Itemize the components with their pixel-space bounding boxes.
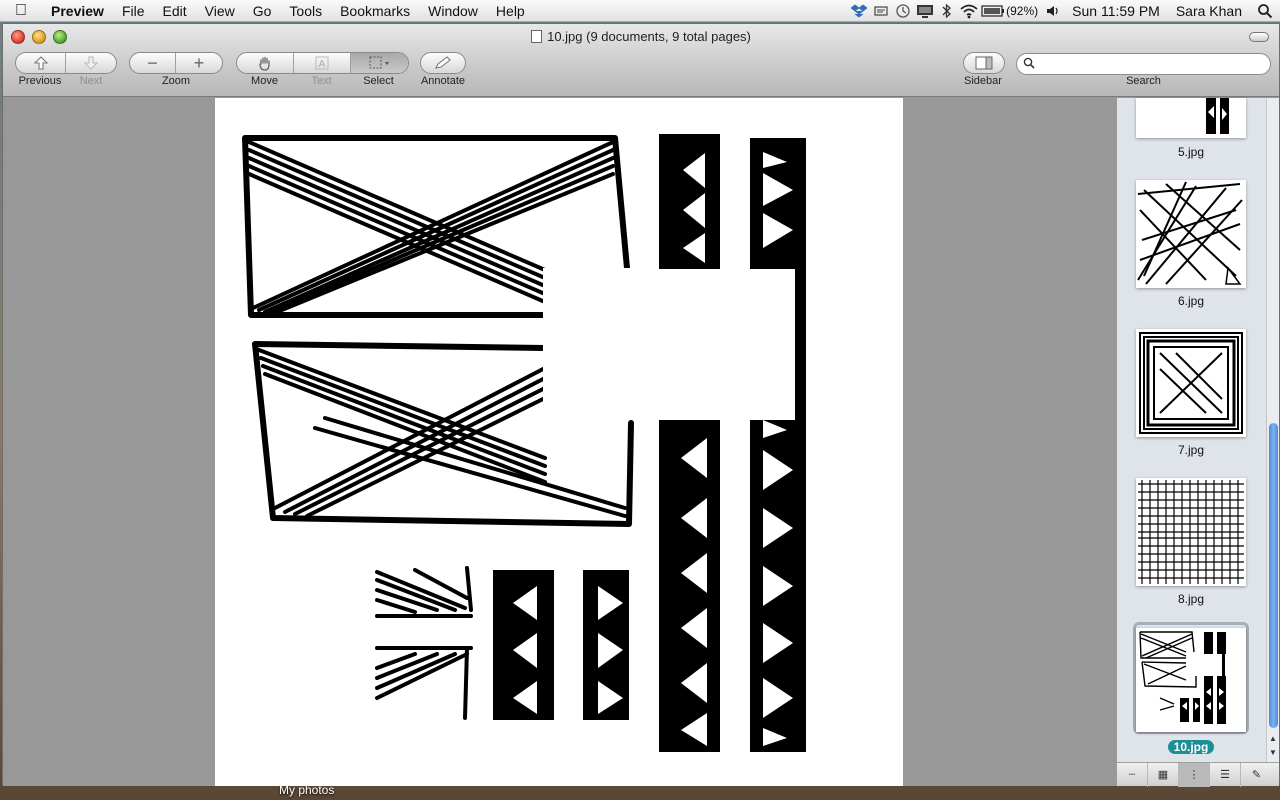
menu-go[interactable]: Go xyxy=(244,0,281,22)
tool-mode-group: A xyxy=(236,52,409,74)
thumbnail-5[interactable] xyxy=(1136,98,1246,138)
bluetooth-icon[interactable] xyxy=(936,0,958,22)
sidebar-label: Sidebar xyxy=(964,75,1002,87)
zoom-in-button[interactable]: + xyxy=(176,53,222,73)
thumbnail-label-10: 10.jpg xyxy=(1117,740,1265,754)
thumbnail-sidebar[interactable]: 5.jpg 6.jpg 7.jpg 8.jpg 10.jpg ▲ ▼ ┄ ▦ ⋮… xyxy=(1116,98,1279,787)
title-bar: 10.jpg (9 documents, 9 total pages) Prev… xyxy=(3,24,1279,97)
thumbnail-7[interactable] xyxy=(1136,329,1246,437)
document-view[interactable] xyxy=(3,98,1116,786)
thumbnail-icon: ⋮ xyxy=(1188,769,1200,781)
text-tool-button[interactable]: A xyxy=(294,53,351,73)
document-page xyxy=(215,98,903,786)
previous-next-group xyxy=(15,52,117,74)
plus-icon: + xyxy=(193,52,205,73)
spotlight-search-icon[interactable] xyxy=(1250,0,1280,22)
volume-icon[interactable] xyxy=(1042,0,1064,22)
minus-icon: − xyxy=(147,52,158,73)
next-label: Next xyxy=(79,75,103,87)
search-field[interactable] xyxy=(1016,53,1271,75)
scroll-up-arrow-icon[interactable]: ▲ xyxy=(1267,734,1279,743)
pattern-image xyxy=(242,134,806,752)
zoom-group: − + xyxy=(129,52,223,74)
select-label: Select xyxy=(363,75,394,87)
window-title-container: 10.jpg (9 documents, 9 total pages) xyxy=(3,29,1279,44)
pen-icon: ✎ xyxy=(1251,769,1262,781)
search-label: Search xyxy=(1126,75,1161,87)
zoom-out-button[interactable]: − xyxy=(130,53,176,73)
thumbnail-label-7: 7.jpg xyxy=(1177,443,1205,457)
thumbnail-6[interactable] xyxy=(1136,180,1246,288)
list-icon: ☰ xyxy=(1220,769,1230,781)
scrollbar-knob[interactable] xyxy=(1269,423,1278,728)
menu-file[interactable]: File xyxy=(113,0,154,22)
annotations-view-button[interactable]: ✎ xyxy=(1241,763,1272,787)
thumbnail-label-6: 6.jpg xyxy=(1177,294,1205,308)
wifi-icon[interactable] xyxy=(958,0,980,22)
search-icon xyxy=(1023,57,1035,69)
arrow-up-icon xyxy=(33,56,48,70)
sidebar-view-bar: ┄ ▦ ⋮ ☰ ✎ xyxy=(1117,762,1279,787)
hand-icon xyxy=(259,56,270,71)
columns-icon: ┄ xyxy=(1128,769,1136,781)
document-icon xyxy=(531,30,543,43)
thumbnail-label-5: 5.jpg xyxy=(1177,145,1205,159)
annotate-group xyxy=(420,52,466,74)
sidebar-toggle-button[interactable] xyxy=(964,53,1004,73)
sync-icon[interactable] xyxy=(870,0,892,22)
grid-view-button[interactable]: ▦ xyxy=(1148,762,1179,787)
battery-percent: (92%) xyxy=(1006,4,1039,18)
sidebar-icon xyxy=(975,56,993,70)
rectangle-select-icon xyxy=(369,56,389,69)
previous-button[interactable] xyxy=(16,53,66,73)
menu-bar:  Preview File Edit View Go Tools Bookma… xyxy=(0,0,1280,22)
thumbnail-label-8: 8.jpg xyxy=(1177,592,1205,606)
time-machine-icon[interactable] xyxy=(892,0,914,22)
user-menu[interactable]: Sara Khan xyxy=(1168,3,1250,19)
menu-help[interactable]: Help xyxy=(487,0,534,22)
next-button[interactable] xyxy=(66,53,116,73)
annotate-button[interactable] xyxy=(421,53,465,73)
desktop-folder-label[interactable]: My photos xyxy=(279,783,334,797)
search-input[interactable] xyxy=(1039,56,1264,72)
thumbnail-10[interactable] xyxy=(1136,628,1246,732)
previous-label: Previous xyxy=(18,75,62,87)
selected-thumbnail-badge: 10.jpg xyxy=(1167,740,1215,754)
arrow-down-icon xyxy=(83,56,99,70)
scroll-down-arrow-icon[interactable]: ▼ xyxy=(1267,748,1279,757)
pencil-icon xyxy=(435,56,451,69)
move-tool-button[interactable] xyxy=(237,53,294,73)
select-tool-button[interactable] xyxy=(351,53,408,73)
text-label: Text xyxy=(311,75,332,87)
display-icon[interactable] xyxy=(914,0,936,22)
thumbnail-8[interactable] xyxy=(1136,478,1246,586)
menu-clock[interactable]: Sun 11:59 PM xyxy=(1064,3,1168,19)
thumbnail-view-button[interactable]: ⋮ xyxy=(1179,762,1210,787)
sidebar-scrollbar[interactable]: ▲ ▼ xyxy=(1266,98,1279,762)
text-select-icon: A xyxy=(315,56,329,70)
annotate-label: Annotate xyxy=(420,75,466,87)
svg-text:A: A xyxy=(319,59,326,70)
move-label: Move xyxy=(251,75,278,87)
menu-view[interactable]: View xyxy=(196,0,244,22)
sidebar-toggle-group xyxy=(963,52,1005,74)
menu-app-name[interactable]: Preview xyxy=(42,0,113,22)
zoom-label: Zoom xyxy=(161,75,191,87)
battery-icon[interactable] xyxy=(980,0,1006,22)
contact-sheet-view-button[interactable]: ┄ xyxy=(1117,762,1148,787)
window-title: 10.jpg (9 documents, 9 total pages) xyxy=(547,29,751,44)
dropbox-icon[interactable] xyxy=(848,0,870,22)
grid-icon: ▦ xyxy=(1157,769,1169,781)
toolbar-toggle-button[interactable] xyxy=(1249,32,1269,42)
menu-window[interactable]: Window xyxy=(419,0,487,22)
list-view-button[interactable]: ☰ xyxy=(1210,762,1241,787)
apple-menu-icon[interactable]:  xyxy=(0,2,42,20)
menu-tools[interactable]: Tools xyxy=(280,0,331,22)
preview-window: 10.jpg (9 documents, 9 total pages) Prev… xyxy=(2,23,1280,787)
menu-edit[interactable]: Edit xyxy=(154,0,196,22)
menu-bookmarks[interactable]: Bookmarks xyxy=(331,0,419,22)
